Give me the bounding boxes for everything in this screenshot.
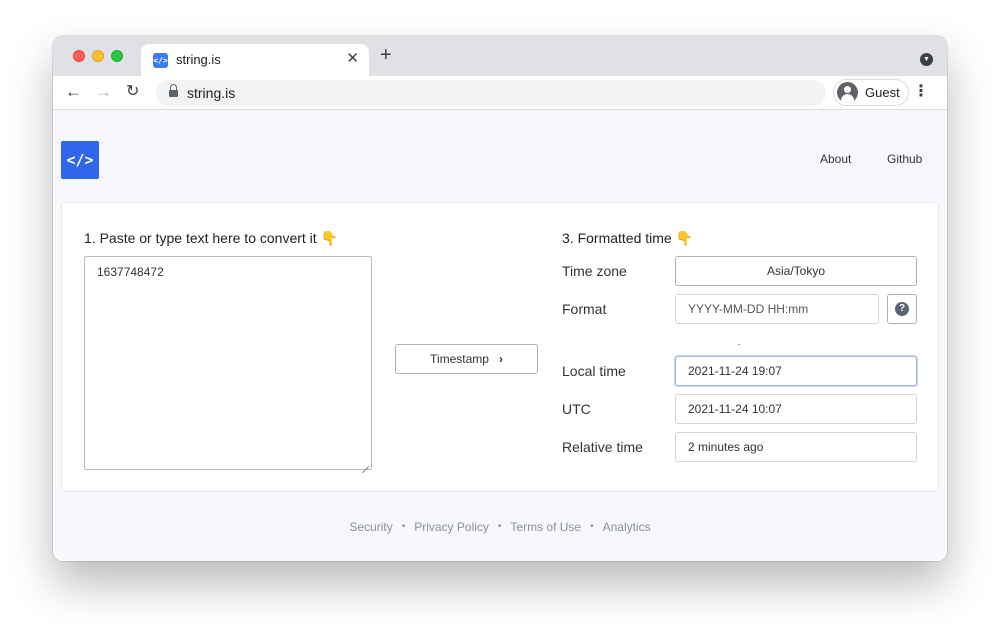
local-time-field[interactable]: 2021-11-24 19:07 (675, 356, 917, 386)
relative-time-label: Relative time (562, 439, 643, 455)
chevron-down-icon[interactable]: ▼ (920, 53, 933, 66)
relative-time-field[interactable]: 2 minutes ago (675, 432, 917, 462)
profile-label: Guest (865, 85, 900, 100)
nav-link-about[interactable]: About (820, 152, 851, 166)
footer-separator: • (590, 521, 594, 532)
output-heading: 3. Formatted time 👇 (562, 230, 694, 246)
utc-field[interactable]: 2021-11-24 10:07 (675, 394, 917, 424)
input-textarea[interactable]: 1637748472 (84, 256, 372, 470)
nav-link-github[interactable]: Github (887, 152, 922, 166)
tab-strip: </> string.is ✕ + ▼ (53, 36, 947, 76)
page-content: </> About Github 1. Paste or type text h… (53, 111, 947, 561)
input-value: 1637748472 (97, 265, 164, 279)
format-help-button[interactable]: ? (887, 294, 917, 324)
browser-window: </> string.is ✕ + ▼ ← → ↻ string.is Gues… (53, 36, 947, 561)
resize-handle[interactable] (361, 459, 369, 467)
profile-button[interactable]: Guest (833, 79, 909, 106)
timezone-select[interactable]: Asia/Tokyo (675, 256, 917, 286)
close-window-button[interactable] (73, 50, 85, 62)
footer-link-security[interactable]: Security (349, 520, 392, 534)
footer: Security • Privacy Policy • Terms of Use • Ana… (53, 520, 947, 534)
address-bar[interactable]: string.is (156, 80, 826, 106)
timestamp-convert-button[interactable]: Timestamp › (395, 344, 538, 374)
tab-title: string.is (176, 52, 221, 67)
maximize-window-button[interactable] (111, 50, 123, 62)
format-input[interactable] (675, 294, 879, 324)
input-heading: 1. Paste or type text here to convert it… (84, 230, 338, 246)
converter-card: 1. Paste or type text here to convert it… (61, 202, 939, 492)
footer-separator: • (497, 521, 502, 532)
plus-icon[interactable]: + (380, 45, 392, 65)
tab-string-is[interactable]: </> string.is ✕ (141, 44, 369, 76)
footer-link-analytics[interactable]: Analytics (603, 520, 651, 534)
reload-icon[interactable]: ↻ (126, 82, 139, 102)
local-time-label: Local time (562, 363, 626, 379)
arrow-right-icon[interactable]: → (95, 82, 112, 102)
url-text[interactable]: string.is (187, 85, 235, 101)
favicon-icon: </> (153, 53, 168, 68)
arrow-left-icon[interactable]: ← (65, 82, 82, 102)
lock-icon[interactable] (169, 84, 178, 98)
format-label: Format (562, 301, 607, 317)
browser-toolbar: ← → ↻ string.is Guest ⋮ (53, 76, 947, 110)
footer-link-terms[interactable]: Terms of Use (510, 520, 581, 534)
close-icon[interactable]: ✕ (346, 50, 359, 68)
question-icon: ? (895, 302, 909, 316)
timezone-label: Time zone (562, 263, 627, 279)
site-logo[interactable]: </> (61, 141, 99, 179)
kebab-menu-icon[interactable]: ⋮ (913, 84, 929, 100)
divider-dot (738, 344, 740, 345)
utc-label: UTC (562, 401, 591, 417)
footer-separator: • (401, 521, 406, 532)
avatar-icon (837, 82, 858, 103)
minimize-window-button[interactable] (92, 50, 104, 62)
convert-button-label: Timestamp (430, 352, 489, 366)
footer-link-privacy[interactable]: Privacy Policy (414, 520, 489, 534)
chevron-right-icon: › (498, 352, 503, 366)
